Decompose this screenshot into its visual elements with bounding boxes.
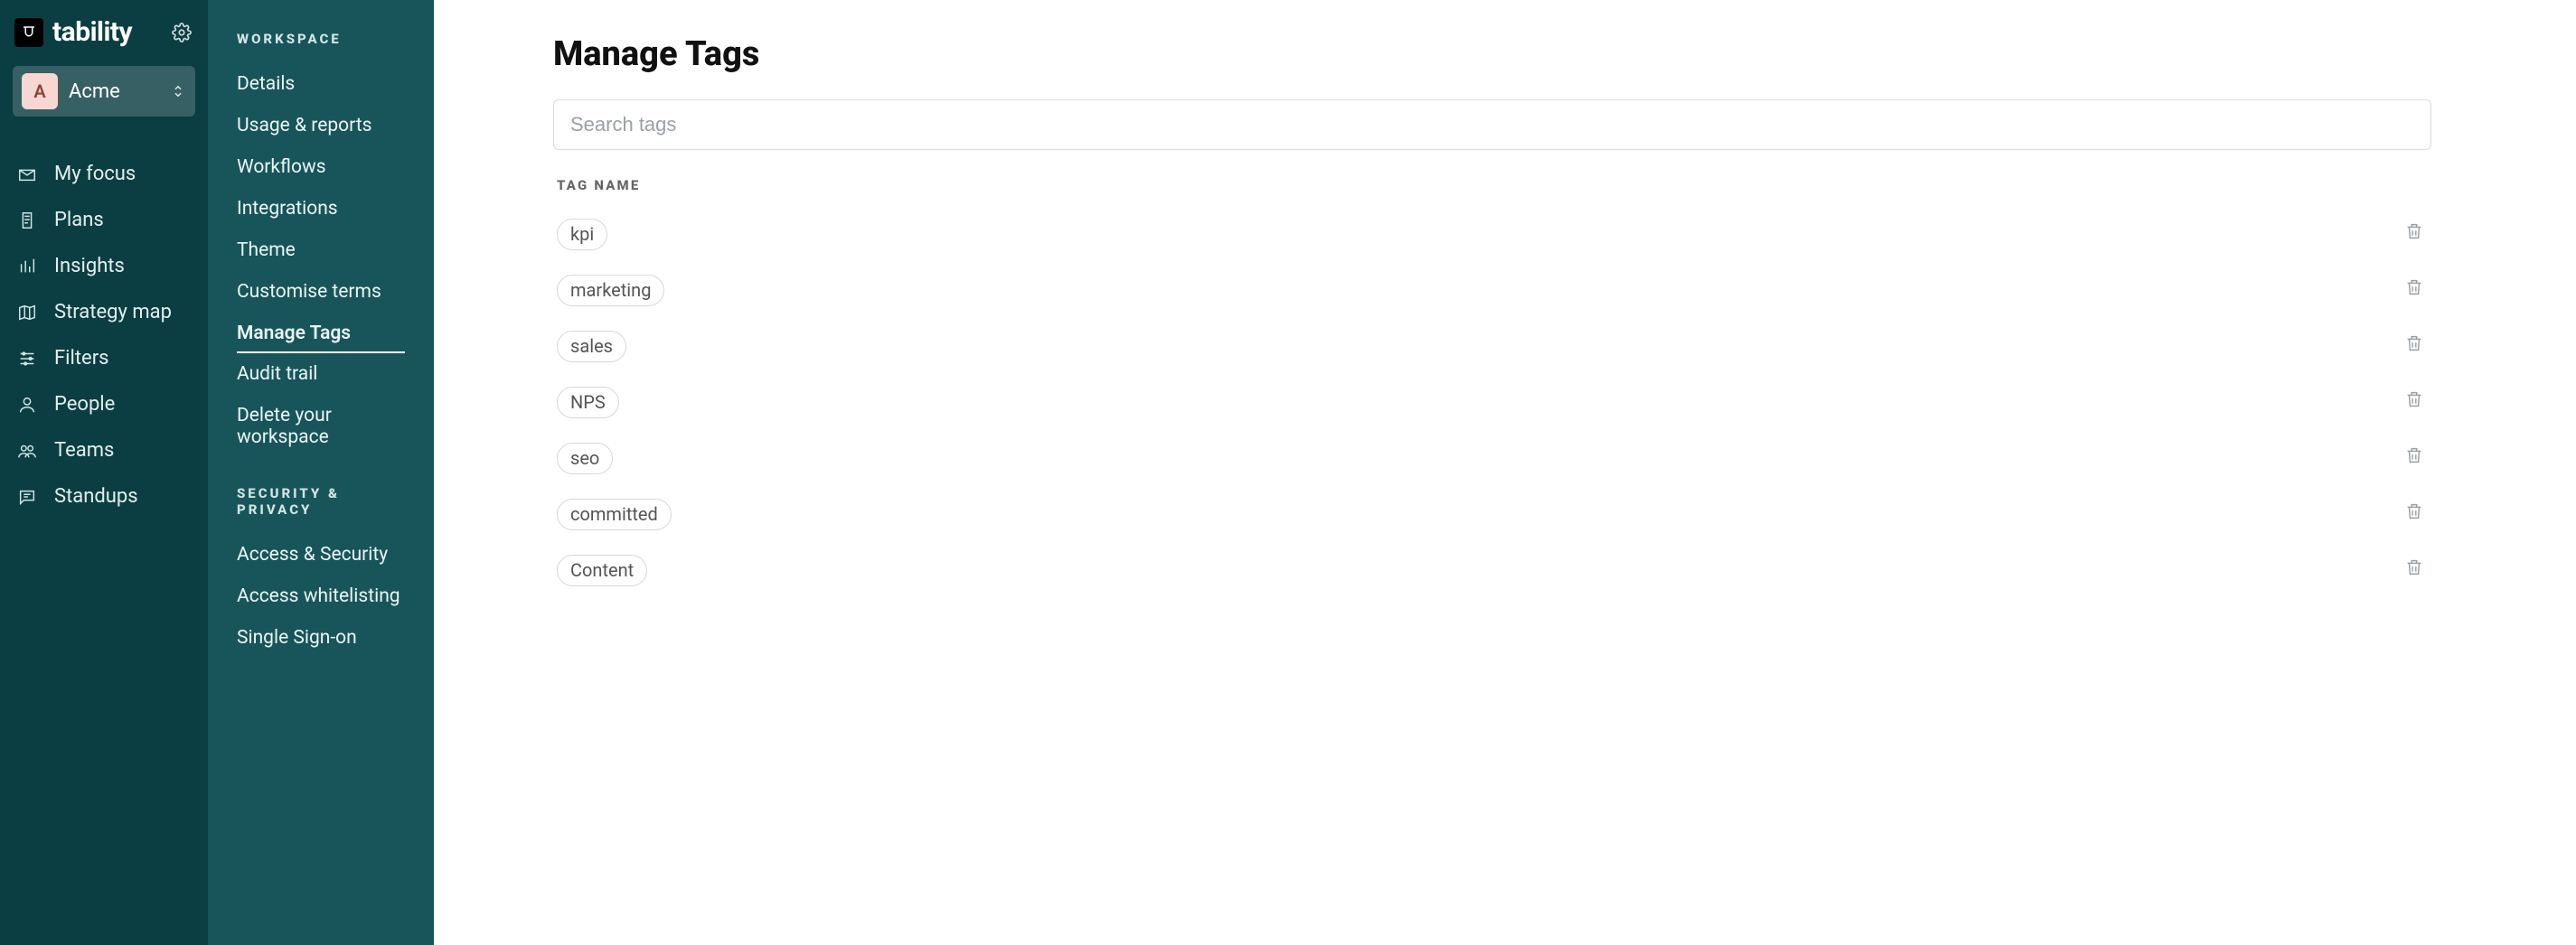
settings-group-heading: WORKSPACE — [237, 31, 405, 47]
tag-pill[interactable]: seo — [557, 443, 613, 474]
tag-row: NPS — [553, 374, 2431, 430]
trash-icon — [2404, 444, 2424, 472]
primary-sidebar: tability A Acme My focus Plans Insights Str… — [0, 0, 208, 945]
tag-row: committed — [553, 486, 2431, 542]
delete-tag-button[interactable] — [2401, 441, 2428, 475]
settings-item-audit[interactable]: Audit trail — [237, 353, 405, 395]
nav-item-label: Teams — [54, 439, 114, 462]
delete-tag-button[interactable] — [2401, 497, 2428, 531]
tag-row: kpi — [553, 206, 2431, 262]
workspace-avatar: A — [22, 73, 58, 109]
nav-item-label: People — [54, 393, 115, 416]
tag-pill[interactable]: sales — [557, 331, 626, 362]
tag-pill[interactable]: kpi — [557, 219, 607, 250]
workspace-name: Acme — [69, 80, 159, 103]
nav-item-filters[interactable]: Filters — [0, 335, 208, 381]
brand-mark-icon — [14, 18, 43, 47]
nav-item-teams[interactable]: Teams — [0, 427, 208, 473]
nav-item-people[interactable]: People — [0, 381, 208, 427]
strategy-map-icon — [16, 303, 38, 323]
search-input[interactable] — [553, 99, 2431, 150]
settings-item-usage[interactable]: Usage & reports — [237, 105, 405, 146]
trash-icon — [2404, 276, 2424, 304]
tag-row: sales — [553, 318, 2431, 374]
tag-list: kpi marketing sales NPS seo committed Content — [553, 206, 2431, 598]
settings-item-integrations[interactable]: Integrations — [237, 188, 405, 229]
sidebar-top-row: tability — [0, 0, 208, 61]
people-icon — [16, 395, 38, 415]
brand[interactable]: tability — [14, 16, 132, 48]
filters-icon — [16, 349, 38, 369]
trash-icon — [2404, 501, 2424, 528]
nav-item-label: Insights — [54, 255, 125, 277]
tag-row: marketing — [553, 262, 2431, 318]
my-focus-icon — [16, 164, 38, 184]
tag-pill[interactable]: Content — [557, 555, 647, 586]
nav-item-label: Filters — [54, 347, 109, 370]
settings-item-workflows[interactable]: Workflows — [237, 146, 405, 188]
chevron-up-down-icon — [170, 83, 186, 99]
nav-item-standups[interactable]: Standups — [0, 473, 208, 519]
page-title: Manage Tags — [553, 34, 2431, 74]
nav-item-my-focus[interactable]: My focus — [0, 151, 208, 197]
nav-item-insights[interactable]: Insights — [0, 243, 208, 289]
delete-tag-button[interactable] — [2401, 385, 2428, 419]
gear-icon[interactable] — [172, 23, 192, 42]
settings-sidebar: WORKSPACE DetailsUsage & reportsWorkflows… — [208, 0, 434, 945]
brand-name: tability — [52, 16, 132, 48]
insights-icon — [16, 257, 38, 276]
delete-tag-button[interactable] — [2401, 217, 2428, 251]
settings-item-details[interactable]: Details — [237, 63, 405, 105]
trash-icon — [2404, 332, 2424, 360]
settings-item-whitelist[interactable]: Access whitelisting — [237, 575, 405, 617]
nav-item-label: My focus — [54, 163, 136, 185]
settings-item-access-sec[interactable]: Access & Security — [237, 534, 405, 575]
settings-item-theme[interactable]: Theme — [237, 229, 405, 271]
tag-pill[interactable]: NPS — [557, 387, 619, 418]
tag-row: Content — [553, 542, 2431, 598]
delete-tag-button[interactable] — [2401, 553, 2428, 587]
trash-icon — [2404, 388, 2424, 416]
teams-icon — [16, 441, 38, 461]
plans-icon — [16, 211, 38, 230]
primary-nav-list: My focus Plans Insights Strategy map Filters… — [0, 129, 208, 519]
tag-pill[interactable]: committed — [557, 499, 672, 530]
workspace-switcher[interactable]: A Acme — [13, 66, 195, 117]
settings-item-delete-ws[interactable]: Delete your workspace — [237, 395, 405, 458]
main-content: Manage Tags TAG NAME kpi marketing sales NP… — [434, 0, 2576, 945]
settings-item-sso[interactable]: Single Sign-on — [237, 617, 405, 659]
nav-item-label: Standups — [54, 485, 138, 508]
nav-item-label: Strategy map — [54, 301, 172, 323]
nav-item-label: Plans — [54, 209, 104, 231]
nav-item-plans[interactable]: Plans — [0, 197, 208, 243]
trash-icon — [2404, 557, 2424, 584]
settings-item-manage-tags[interactable]: Manage Tags — [237, 313, 405, 353]
standups-icon — [16, 487, 38, 507]
tag-pill[interactable]: marketing — [557, 275, 664, 306]
delete-tag-button[interactable] — [2401, 329, 2428, 363]
settings-item-terms[interactable]: Customise terms — [237, 271, 405, 313]
settings-group-heading: SECURITY & PRIVACY — [237, 485, 405, 518]
tag-row: seo — [553, 430, 2431, 486]
column-header-tag-name: TAG NAME — [557, 177, 2428, 193]
delete-tag-button[interactable] — [2401, 273, 2428, 307]
nav-item-strategy-map[interactable]: Strategy map — [0, 289, 208, 335]
trash-icon — [2404, 220, 2424, 248]
